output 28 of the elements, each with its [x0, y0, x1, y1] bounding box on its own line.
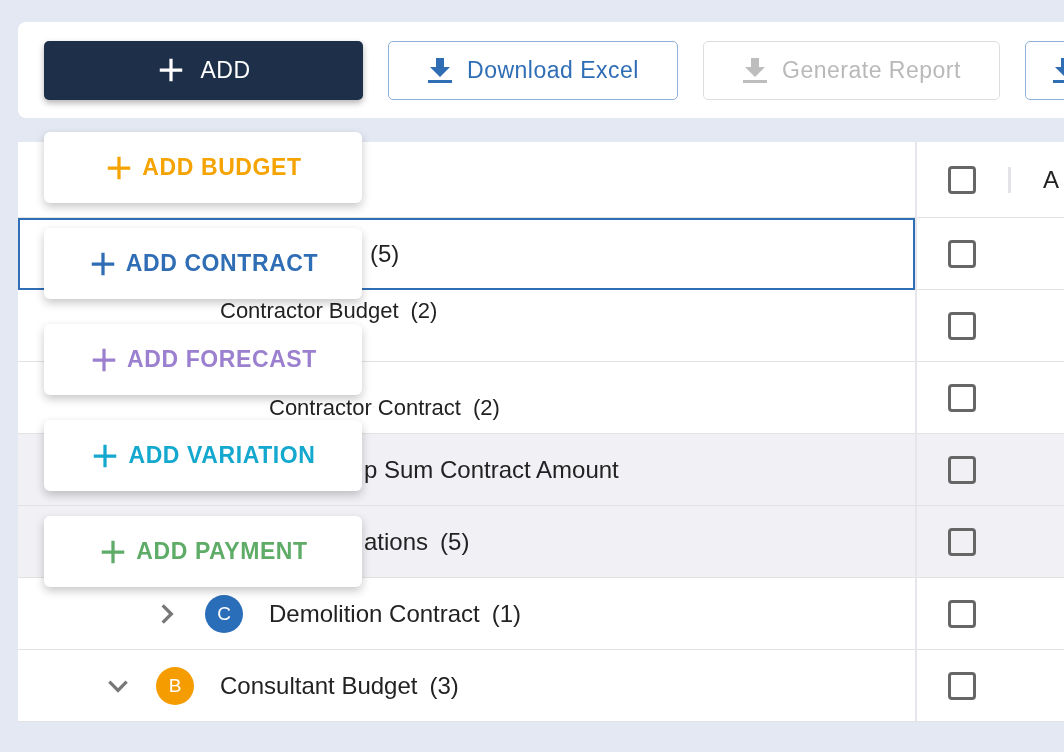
row-count: (1) [491, 601, 522, 626]
download-icon [742, 56, 769, 84]
row-count: (2) [410, 300, 438, 322]
avatar-icon: B [156, 666, 194, 705]
checkbox[interactable] [948, 527, 976, 556]
row-label: Contractor Budget [220, 300, 399, 322]
checkbox[interactable] [948, 165, 976, 194]
row-count: (3) [429, 673, 459, 698]
row-label: Contractor Contract [269, 397, 461, 419]
add-option-menu[interactable]: ADD CONTRACT [44, 228, 362, 299]
checkbox[interactable] [948, 455, 976, 484]
avatar-icon: C [205, 594, 243, 633]
checkbox[interactable] [948, 239, 976, 268]
row-count: (2) [472, 397, 500, 419]
toolbar-button[interactable]: Download Excel [388, 40, 678, 100]
row-label: Consultant Budget [220, 673, 418, 698]
checkbox[interactable] [948, 599, 976, 628]
checkbox[interactable] [948, 671, 976, 700]
row-label: ations [364, 529, 429, 554]
checkbox[interactable] [948, 311, 976, 340]
row-count: (5) [440, 529, 470, 554]
checkbox[interactable] [948, 383, 976, 412]
row-label: p Sum Contract Amount [364, 457, 619, 482]
toolbar-button[interactable]: ADD [44, 40, 363, 100]
row-count: (5) [370, 241, 400, 266]
row-label: Demolition Contract [269, 601, 480, 626]
column-header: A [1043, 165, 1059, 194]
download-icon [427, 56, 454, 84]
